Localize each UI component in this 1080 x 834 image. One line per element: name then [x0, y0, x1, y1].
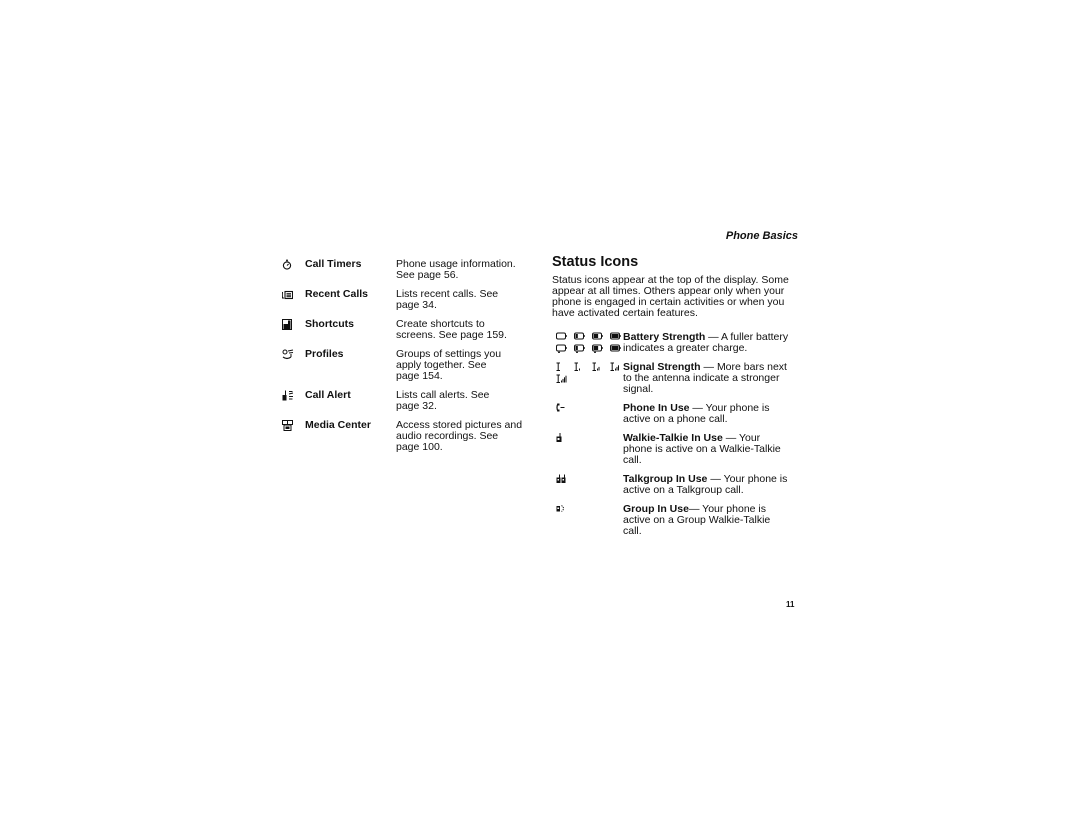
battery-charging-icon-1 [574, 344, 585, 353]
battery-charging-icon-0 [556, 344, 567, 353]
shortcuts-icon [282, 319, 305, 330]
signal-strength-icon-1 [574, 362, 585, 371]
menu-item-description: Phone usage information. See page 56. [396, 258, 516, 281]
phone-in-use-icon [556, 403, 565, 412]
status-item-description: Talkgroup In Use — Your phone is active o… [623, 473, 788, 496]
media-center-icon [282, 420, 305, 431]
menu-item-call-alert: Call Alert Lists call alerts. See page 32… [282, 390, 542, 412]
menu-feature-list: Call Timers Phone usage information. See … [282, 259, 542, 461]
signal-icons-group [556, 362, 623, 395]
signal-strength-icon-3 [610, 362, 621, 371]
call-alert-icon [282, 390, 305, 401]
menu-item-label: Call Timers [305, 258, 362, 270]
manual-page: Phone Basics Call Timers Phone usage inf… [0, 0, 1080, 834]
status-item-description: Phone In Use — Your phone is active on a … [623, 402, 770, 425]
status-item-walkie-talkie-in-use: Walkie-Talkie In Use — Your phone is acti… [556, 433, 806, 466]
menu-item-recent-calls: Recent Calls Lists recent calls. See page… [282, 289, 542, 311]
status-item-description: Group In Use— Your phone is active on a G… [623, 503, 771, 537]
battery-icon-2 [592, 332, 603, 341]
recent-calls-icon [282, 289, 305, 300]
profiles-icon [282, 349, 305, 360]
menu-item-label: Call Alert [305, 389, 351, 401]
status-item-description: Signal Strength — More bars next to the a… [623, 361, 787, 395]
menu-item-label: Shortcuts [305, 318, 355, 330]
signal-strength-icon-2 [592, 362, 603, 371]
menu-item-description: Lists recent calls. See page 34. [396, 288, 499, 311]
menu-item-description: Access stored pictures and audio recordin… [396, 419, 523, 453]
battery-icon-1 [574, 332, 585, 341]
battery-icon-3 [610, 332, 621, 341]
menu-item-label: Recent Calls [305, 288, 369, 300]
section-intro-paragraph: Status icons appear at the top of the di… [552, 274, 789, 319]
status-item-phone-in-use: Phone In Use — Your phone is active on a … [556, 403, 806, 425]
walkie-talkie-icon [556, 433, 562, 442]
status-item-description: Battery Strength — A fuller battery indic… [623, 331, 789, 354]
page-number: 11 [786, 600, 795, 609]
menu-item-call-timers: Call Timers Phone usage information. See … [282, 259, 542, 281]
menu-item-shortcuts: Shortcuts Create shortcuts to screens. Se… [282, 319, 542, 341]
status-item-battery: Battery Strength — A fuller battery indic… [556, 332, 806, 354]
section-heading: Status Icons [552, 254, 639, 270]
status-item-group-in-use: Group In Use— Your phone is active on a G… [556, 504, 806, 537]
status-icon-list: Battery Strength — A fuller battery indic… [556, 332, 806, 545]
status-item-talkgroup-in-use: Talkgroup In Use — Your phone is active o… [556, 474, 806, 496]
status-item-description: Walkie-Talkie In Use — Your phone is acti… [623, 432, 781, 466]
menu-item-label: Profiles [305, 348, 344, 360]
talkgroup-icon [556, 474, 566, 483]
menu-item-media-center: Media Center Access stored pictures and a… [282, 420, 542, 453]
menu-item-label: Media Center [305, 419, 371, 431]
battery-charging-icon-3 [610, 344, 621, 353]
menu-item-description: Lists call alerts. See page 32. [396, 389, 490, 412]
status-item-signal: Signal Strength — More bars next to the a… [556, 362, 806, 395]
battery-icons-group [556, 332, 623, 354]
running-head: Phone Basics [725, 230, 798, 242]
menu-item-profiles: Profiles Groups of settings you apply tog… [282, 349, 542, 382]
group-in-use-icon [556, 504, 566, 513]
menu-item-description: Create shortcuts to screens. See page 159… [396, 318, 507, 341]
signal-strength-icon-0 [556, 362, 567, 371]
battery-charging-icon-2 [592, 344, 603, 353]
stopwatch-icon [282, 259, 305, 270]
signal-strength-icon-4 [556, 374, 567, 383]
menu-item-description: Groups of settings you apply together. Se… [396, 348, 502, 382]
battery-icon-0 [556, 332, 567, 341]
